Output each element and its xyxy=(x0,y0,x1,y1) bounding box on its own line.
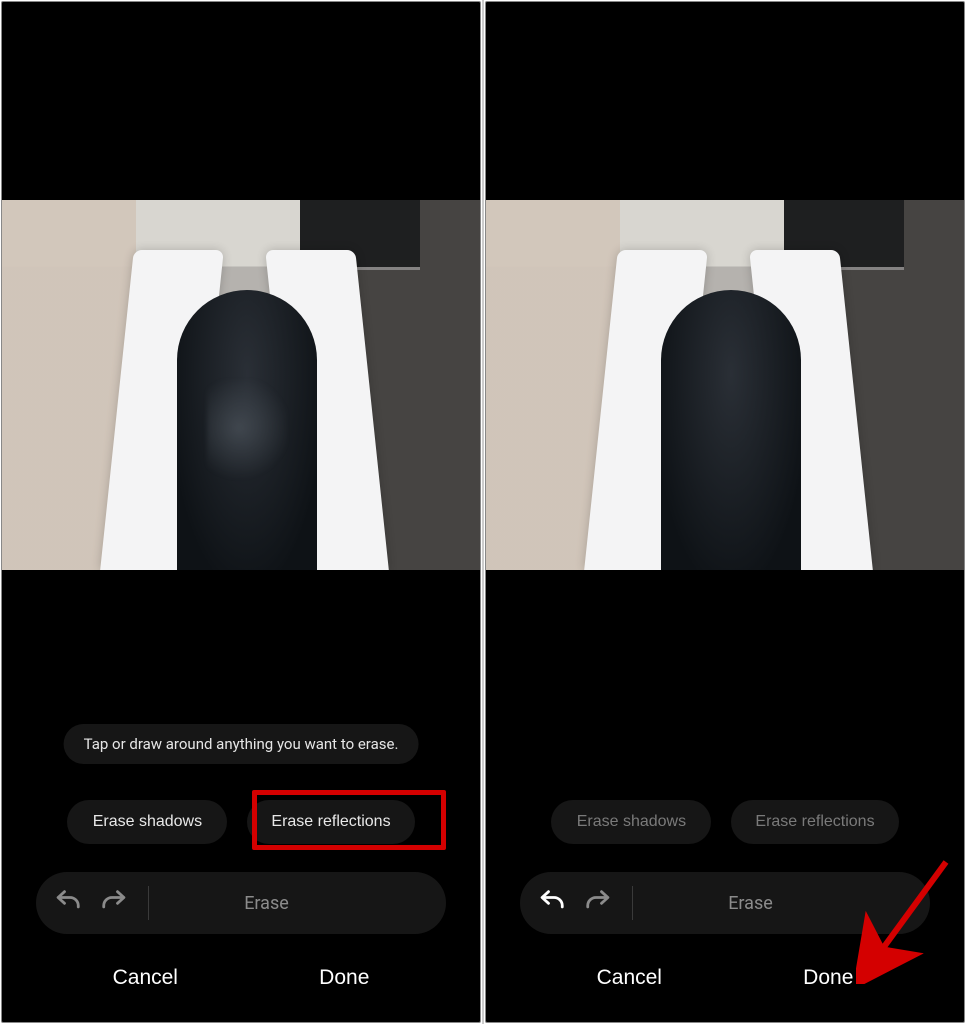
erase-reflections-button[interactable]: Erase reflections xyxy=(731,800,898,844)
panel-divider xyxy=(482,0,484,1024)
redo-icon[interactable] xyxy=(584,887,612,919)
undo-icon[interactable] xyxy=(54,887,82,919)
photo-preview[interactable] xyxy=(486,200,964,570)
erase-reflections-button[interactable]: Erase reflections xyxy=(247,800,414,844)
done-button[interactable]: Done xyxy=(295,958,393,998)
tool-row: Erase xyxy=(520,872,930,934)
undo-icon[interactable] xyxy=(538,887,566,919)
hint-text: Tap or draw around anything you want to … xyxy=(64,724,419,764)
done-button[interactable]: Done xyxy=(779,958,877,998)
suggestion-chips: Erase shadows Erase reflections xyxy=(2,800,480,844)
erase-tool-label[interactable]: Erase xyxy=(653,893,848,914)
erase-shadows-button[interactable]: Erase shadows xyxy=(67,800,227,844)
erase-tool-label[interactable]: Erase xyxy=(169,893,364,914)
erase-shadows-button[interactable]: Erase shadows xyxy=(551,800,711,844)
cancel-button[interactable]: Cancel xyxy=(573,958,686,998)
suggestion-chips: Erase shadows Erase reflections xyxy=(486,800,964,844)
screenshot-left: Tap or draw around anything you want to … xyxy=(1,1,481,1023)
tool-row: Erase xyxy=(36,872,446,934)
cancel-button[interactable]: Cancel xyxy=(89,958,202,998)
screenshot-right: Erase shadows Erase reflections Erase Ca… xyxy=(485,1,965,1023)
photo-preview[interactable] xyxy=(2,200,480,570)
redo-icon[interactable] xyxy=(100,887,128,919)
